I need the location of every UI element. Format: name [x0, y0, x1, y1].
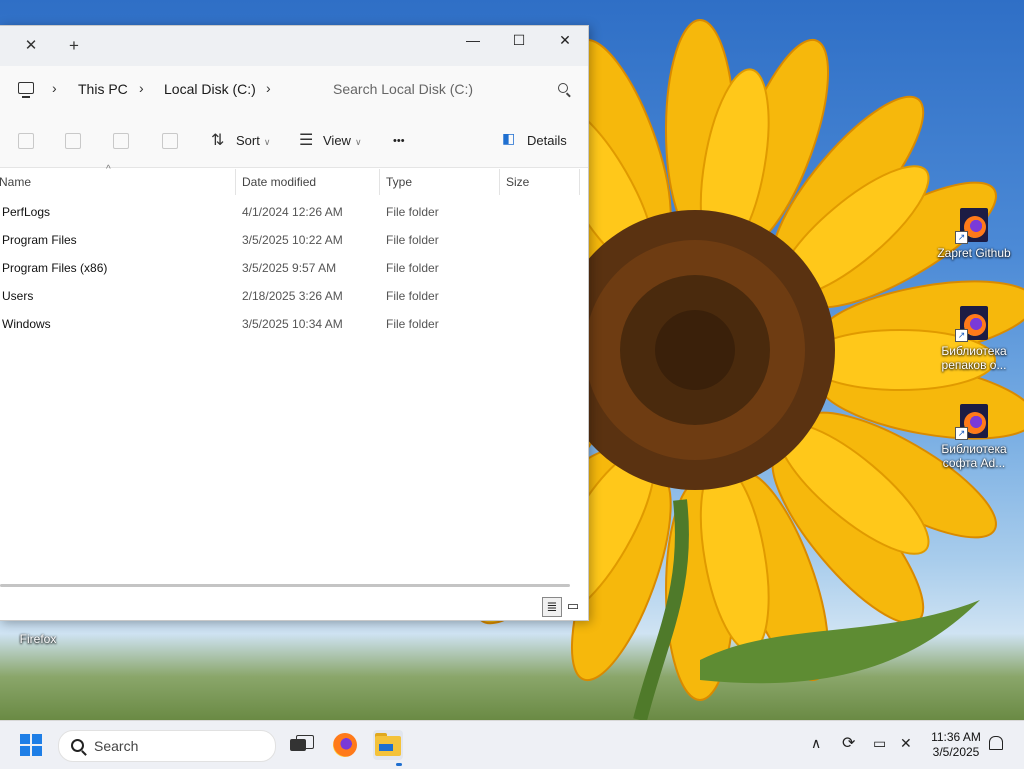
file-date: 4/1/2024 12:26 AM: [242, 205, 343, 219]
sort-icon[interactable]: ⇅: [211, 130, 224, 150]
delete-icon[interactable]: [162, 133, 178, 149]
sync-icon[interactable]: ⟳: [842, 733, 855, 753]
close-tab-icon[interactable]: ✕: [22, 37, 40, 55]
column-header-name[interactable]: Name: [0, 175, 31, 189]
clock-time: 11:36 AM: [931, 730, 981, 744]
file-date: 3/5/2025 9:57 AM: [242, 261, 337, 275]
desktop-icon-label: Zapret Github: [937, 246, 1011, 260]
maximize-button[interactable]: ☐: [496, 26, 542, 56]
file-name: Users: [2, 289, 34, 303]
taskbar: Search ∧ ⟳ ▭ ✕ 11:36 AM 3/5/2025: [0, 720, 1024, 769]
column-header-type[interactable]: Type: [386, 175, 412, 189]
desktop-icon-software-library[interactable]: ↗ Библиотека софта Ad...: [934, 404, 1014, 470]
firefox-shortcut-icon: ↗: [955, 208, 991, 244]
chevron-right-icon[interactable]: ›: [139, 80, 144, 96]
column-header-date[interactable]: Date modified: [242, 175, 316, 189]
search-box: [320, 74, 580, 104]
clock-date: 3/5/2025: [932, 745, 980, 759]
file-type: File folder: [386, 205, 439, 219]
file-date: 3/5/2025 10:22 AM: [242, 233, 343, 247]
task-view-icon[interactable]: [286, 730, 316, 760]
start-button[interactable]: [20, 734, 42, 756]
status-bar: ≣ ▭: [0, 594, 588, 620]
network-icon[interactable]: ▭: [873, 735, 886, 752]
horizontal-scrollbar[interactable]: [0, 584, 570, 587]
chevron-right-icon[interactable]: ›: [266, 80, 271, 96]
desktop-icon-label: Firefox: [19, 632, 57, 646]
tiles-view-icon[interactable]: ▭: [564, 597, 582, 615]
column-header-size[interactable]: Size: [506, 175, 529, 189]
details-view-icon[interactable]: ≣: [542, 597, 562, 617]
file-type: File folder: [386, 289, 439, 303]
chevron-right-icon[interactable]: ›: [52, 80, 57, 96]
firefox-shortcut-icon: ↗: [955, 306, 991, 342]
details-pane-icon[interactable]: ◧: [502, 130, 515, 147]
volume-muted-icon[interactable]: ✕: [900, 735, 912, 752]
file-type: File folder: [386, 317, 439, 331]
file-row[interactable]: Program Files (x86) 3/5/2025 9:57 AM Fil…: [0, 254, 580, 282]
file-row[interactable]: Windows 3/5/2025 10:34 AM File folder: [0, 310, 580, 338]
chevron-up-icon[interactable]: ∧: [811, 735, 821, 752]
view-label: View: [323, 133, 351, 148]
file-type: File folder: [386, 233, 439, 247]
view-button[interactable]: View ∨: [323, 133, 362, 148]
breadcrumb-this-pc[interactable]: This PC: [78, 81, 128, 97]
sort-button[interactable]: Sort ∨: [236, 133, 270, 148]
search-icon[interactable]: [558, 83, 568, 93]
paste-icon[interactable]: [18, 133, 34, 149]
file-name: Windows: [2, 317, 51, 331]
desktop-icon-firefox[interactable]: Firefox: [0, 632, 78, 646]
file-row[interactable]: PerfLogs 4/1/2024 12:26 AM File folder: [0, 198, 580, 226]
details-button[interactable]: Details: [527, 133, 567, 148]
address-bar: › This PC › Local Disk (C:) ›: [0, 66, 588, 112]
active-app-indicator: [396, 763, 402, 766]
new-tab-button[interactable]: +: [64, 36, 84, 56]
desktop-icon-repack-library[interactable]: ↗ Библиотека репаков о...: [934, 306, 1014, 372]
minimize-button[interactable]: —: [450, 26, 496, 56]
command-bar: ⇅ Sort ∨ ☰ View ∨ ••• ◧ Details: [0, 112, 588, 168]
desktop-icon-zapret-github[interactable]: ↗ Zapret Github: [934, 208, 1014, 260]
file-date: 2/18/2025 3:26 AM: [242, 289, 343, 303]
view-icon[interactable]: ☰: [299, 130, 313, 150]
close-window-button[interactable]: ✕: [542, 26, 588, 56]
clock[interactable]: 11:36 AM 3/5/2025: [916, 730, 996, 760]
column-headers: ^ Name Date modified Type Size: [0, 164, 588, 195]
search-icon: [71, 739, 84, 752]
file-type: File folder: [386, 261, 439, 275]
file-row[interactable]: Program Files 3/5/2025 10:22 AM File fol…: [0, 226, 580, 254]
title-bar: ✕ + — ☐ ✕: [0, 26, 588, 66]
share-icon[interactable]: [113, 133, 129, 149]
computer-icon[interactable]: [18, 82, 34, 98]
firefox-taskbar-icon[interactable]: [333, 733, 357, 757]
firefox-shortcut-icon: ↗: [955, 404, 991, 440]
desktop-icon-label: Библиотека репаков о...: [941, 344, 1007, 372]
taskbar-search-label: Search: [94, 738, 139, 754]
file-explorer-window: ✕ + — ☐ ✕ › This PC › Local Disk (C:) › …: [0, 25, 589, 621]
file-name: PerfLogs: [2, 205, 51, 219]
sort-up-icon: ^: [106, 164, 111, 175]
notification-bell-icon[interactable]: [989, 736, 1003, 750]
taskbar-search-box[interactable]: Search: [58, 730, 276, 762]
breadcrumb-local-disk[interactable]: Local Disk (C:): [164, 81, 256, 97]
file-row[interactable]: Users 2/18/2025 3:26 AM File folder: [0, 282, 580, 310]
rename-icon[interactable]: [65, 133, 81, 149]
search-input[interactable]: [320, 74, 553, 104]
file-date: 3/5/2025 10:34 AM: [242, 317, 343, 331]
desktop-icon-label: Библиотека софта Ad...: [941, 442, 1007, 470]
file-name: Program Files (x86): [2, 261, 108, 275]
more-options-button[interactable]: •••: [393, 135, 405, 147]
file-explorer-taskbar-icon[interactable]: [373, 730, 403, 760]
sort-label: Sort: [236, 133, 260, 148]
file-name: Program Files: [2, 233, 77, 247]
